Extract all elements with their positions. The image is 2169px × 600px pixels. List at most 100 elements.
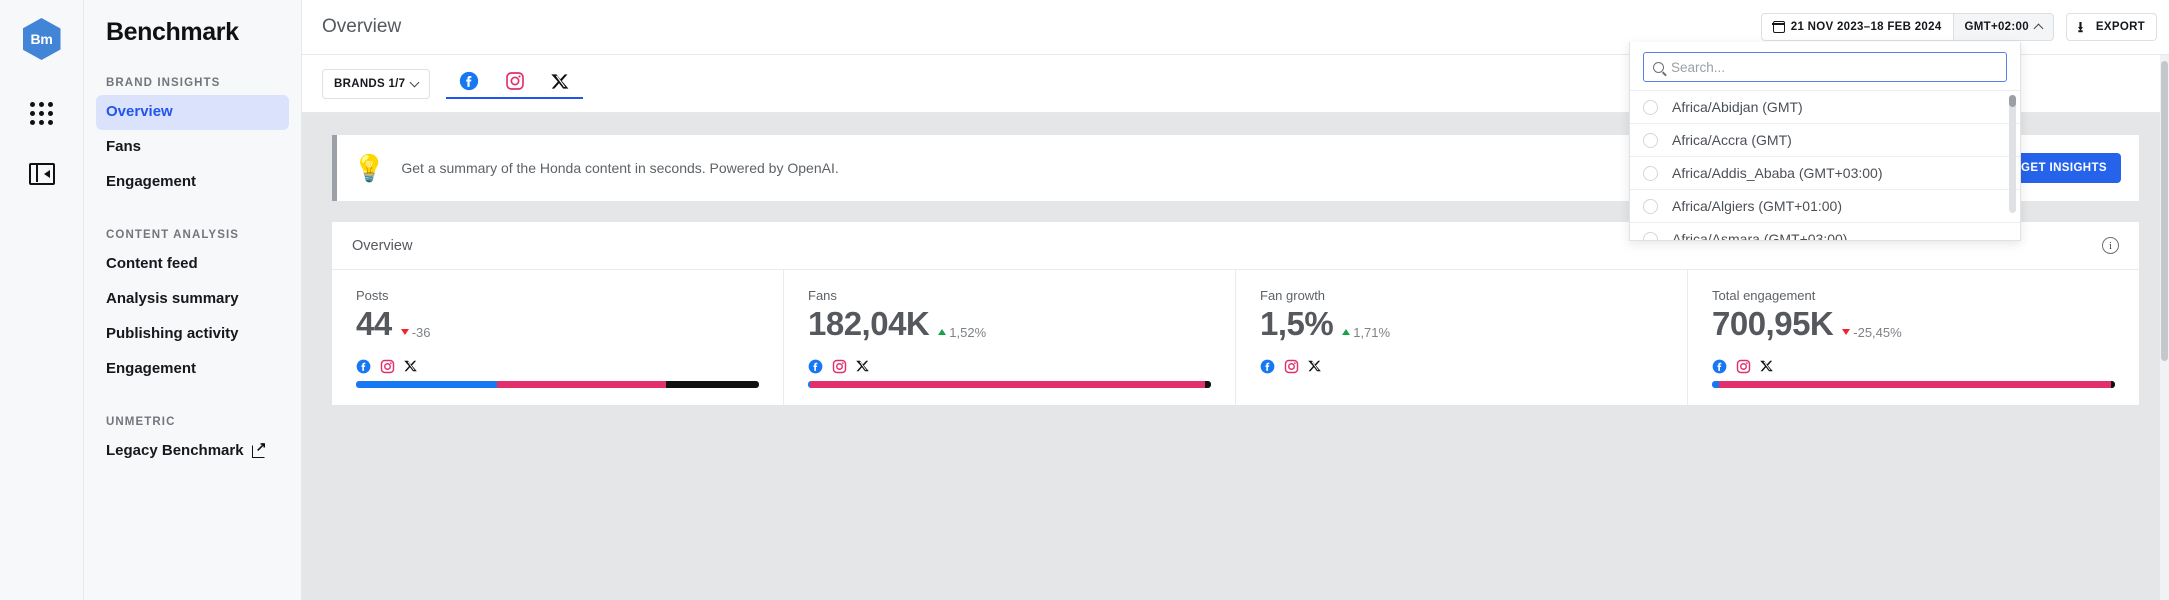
metric-delta: -25,45% [1842, 324, 1902, 340]
timezone-option-label: Africa/Abidjan (GMT) [1672, 99, 1803, 115]
bar-segment-instagram [809, 380, 1205, 388]
grid-dots-icon[interactable] [30, 102, 53, 125]
search-icon [1653, 61, 1664, 73]
triangle-down-icon [1842, 329, 1851, 335]
calendar-icon [1772, 21, 1786, 33]
sidebar-item-label: Legacy Benchmark [106, 442, 244, 460]
metric-label: Posts [356, 288, 389, 303]
timezone-button[interactable]: GMT+02:00 [1952, 13, 2054, 41]
timezone-option[interactable]: Africa/Asmara (GMT+03:00) [1630, 222, 2020, 240]
radio-icon[interactable] [1643, 132, 1658, 148]
facebook-icon [356, 359, 371, 374]
metric-distribution-bar [1712, 380, 2115, 388]
sidebar-item-publishing-activity[interactable]: Publishing activity [96, 317, 289, 352]
sidebar: Benchmark BRAND INSIGHTS Overview Fans E… [84, 0, 302, 600]
timezone-search-box[interactable] [1643, 52, 2007, 82]
facebook-icon [1712, 359, 1727, 374]
panel-collapse-icon[interactable] [28, 163, 55, 185]
app-logo-icon[interactable]: Bm [22, 18, 61, 60]
timezone-option[interactable]: Africa/Abidjan (GMT) [1630, 90, 2020, 123]
metric-total-engagement: Total engagement 700,95K -25,45% [1687, 270, 2139, 405]
info-icon[interactable]: i [2102, 237, 2119, 254]
bar-segment-facebook [1712, 380, 1720, 388]
nav-group-label-unmetric: UNMETRIC [106, 416, 176, 429]
sidebar-item-label: Content feed [106, 255, 198, 273]
date-range-label: 21 NOV 2023–18 FEB 2024 [1790, 21, 1942, 33]
panel-collapse-glyph [28, 163, 55, 185]
triangle-up-icon [1342, 329, 1351, 335]
page-brand-title: Benchmark [106, 18, 239, 46]
brands-filter-button[interactable]: BRANDS 1/7 [322, 68, 431, 99]
timezone-option-list[interactable]: Africa/Abidjan (GMT) Africa/Accra (GMT) … [1630, 90, 2020, 240]
radio-icon[interactable] [1643, 165, 1658, 181]
sidebar-item-label: Fans [106, 137, 142, 155]
nav-group-label-content-analysis: CONTENT ANALYSIS [106, 229, 240, 242]
timezone-list-scrollbar-thumb[interactable] [2009, 95, 2016, 107]
export-button[interactable]: EXPORT [2065, 13, 2157, 41]
timezone-option[interactable]: Africa/Accra (GMT) [1630, 123, 2020, 156]
x-twitter-icon [1308, 361, 1321, 372]
bar-segment-instagram [1719, 380, 2111, 388]
export-label: EXPORT [2095, 21, 2145, 33]
triangle-down-icon [400, 329, 409, 335]
bar-segment-x [666, 380, 759, 388]
radio-icon[interactable] [1643, 231, 1658, 240]
channel-tab-facebook[interactable] [446, 68, 492, 94]
app-root: Bm Benchmark BRAND INSIGHTS Overview Fan… [0, 0, 2169, 600]
channel-tabs [446, 68, 584, 99]
radio-icon[interactable] [1643, 99, 1658, 115]
metric-delta-label: 1,71% [1353, 324, 1391, 340]
timezone-option[interactable]: Africa/Addis_Ababa (GMT+03:00) [1630, 156, 2020, 189]
app-logo-text: Bm [30, 31, 53, 47]
lightbulb-icon: 💡 [353, 153, 386, 183]
bar-segment-facebook [356, 380, 498, 388]
sidebar-item-fans[interactable]: Fans [96, 130, 289, 165]
external-link-icon [251, 440, 267, 459]
get-insights-button[interactable]: GET INSIGHTS [2007, 153, 2121, 183]
x-twitter-icon [551, 73, 569, 89]
metric-label: Fan growth [1260, 288, 1326, 303]
page-scrollbar[interactable] [2160, 55, 2169, 600]
sidebar-item-label: Overview [106, 103, 173, 120]
radio-icon[interactable] [1643, 198, 1658, 214]
sidebar-item-legacy-benchmark[interactable]: Legacy Benchmark [96, 434, 289, 469]
metric-distribution-bar [356, 380, 759, 388]
instagram-icon [1284, 359, 1299, 374]
metric-value-row: 182,04K 1,52% [808, 305, 1211, 343]
timezone-option-label: Africa/Accra (GMT) [1672, 132, 1792, 148]
metric-channel-icons [1712, 359, 2115, 374]
page-title: Overview [322, 16, 402, 37]
channel-tab-x-twitter[interactable] [538, 69, 583, 94]
sidebar-item-analysis-summary[interactable]: Analysis summary [96, 282, 289, 317]
metric-delta: -36 [400, 325, 431, 340]
timezone-list-scrollbar[interactable] [2009, 95, 2016, 213]
metric-delta: 1,71% [1342, 325, 1390, 340]
channel-tab-instagram[interactable] [492, 68, 538, 94]
metrics-row: Posts 44 -36 Fans 182,04K 1,52% Fan grow… [332, 270, 2139, 405]
sidebar-item-engagement[interactable]: Engagement [96, 165, 289, 200]
grid-dots-glyph [30, 102, 53, 125]
brands-filter-label: BRANDS 1/7 [334, 77, 406, 90]
timezone-option[interactable]: Africa/Algiers (GMT+01:00) [1630, 189, 2020, 222]
page-scrollbar-thumb[interactable] [2161, 61, 2168, 361]
metric-value-row: 1,5% 1,71% [1260, 305, 1663, 343]
chevron-up-icon [2033, 23, 2044, 34]
overview-card-title: Overview [352, 237, 413, 254]
x-twitter-icon [404, 361, 417, 372]
facebook-icon [1260, 359, 1275, 374]
bar-segment-instagram [497, 380, 667, 388]
instagram-icon [832, 359, 847, 374]
instagram-icon [1736, 359, 1751, 374]
timezone-search-input[interactable] [1671, 59, 1997, 75]
x-twitter-icon [856, 361, 869, 372]
date-range-button[interactable]: 21 NOV 2023–18 FEB 2024 [1760, 13, 1953, 41]
timezone-search-wrap [1630, 42, 2020, 90]
metric-delta-label: -25,45% [1853, 324, 1902, 340]
sidebar-item-content-feed[interactable]: Content feed [96, 247, 289, 282]
metric-value: 44 [356, 305, 392, 342]
overview-card: Overview i Posts 44 -36 Fans 182,04K 1,5… [332, 222, 2139, 405]
facebook-icon [808, 359, 823, 374]
sidebar-item-engagement-content[interactable]: Engagement [96, 352, 289, 387]
metric-fan-growth: Fan growth 1,5% 1,71% [1235, 270, 1687, 405]
sidebar-item-overview[interactable]: Overview [96, 95, 289, 130]
